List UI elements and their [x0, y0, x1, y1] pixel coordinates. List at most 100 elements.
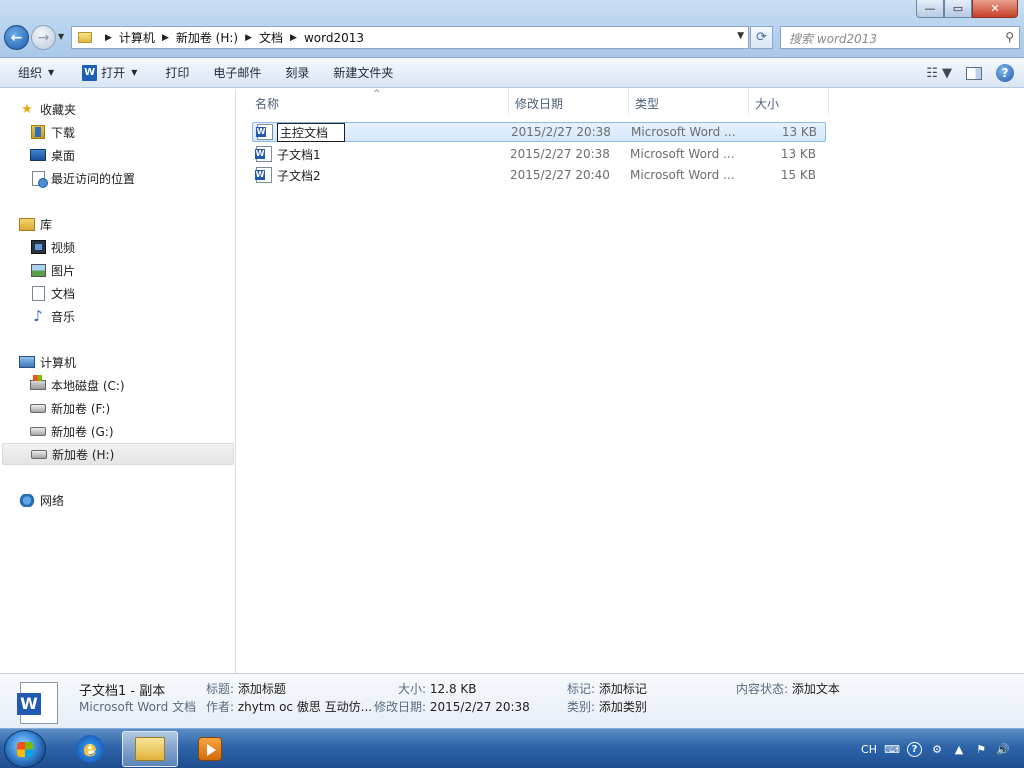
burn-label: 刻录 [285, 66, 310, 80]
chevron-down-icon: ▼ [48, 68, 55, 77]
taskbar-internet-explorer[interactable]: e [62, 731, 118, 767]
organize-button[interactable]: 组织 ▼ [0, 58, 62, 88]
address-dropdown-icon[interactable]: ▼ [737, 31, 744, 41]
nav-label: 库 [40, 217, 53, 232]
column-headers: 名称 ^ 修改日期 类型 大小 [237, 89, 830, 115]
nav-item-drive-g[interactable]: 新加卷 (G:) [30, 420, 114, 442]
forward-arrow-icon: → [37, 29, 50, 46]
nav-item-music[interactable]: ♪ 音乐 [30, 305, 75, 327]
command-bar-right: ☷ ▼ ? [926, 58, 1014, 88]
nav-item-videos[interactable]: 视频 [30, 236, 75, 258]
breadcrumb-chevron-icon[interactable]: ▶ [105, 33, 112, 43]
nav-item-drive-h[interactable]: 新加卷 (H:) [2, 443, 234, 465]
maximize-button[interactable]: ▭ [944, 0, 972, 18]
file-list-pane: 名称 ^ 修改日期 类型 大小 主控文档 2015/2/27 20:38 Mic… [237, 89, 1024, 673]
picture-icon [30, 263, 46, 277]
downloads-folder-icon [31, 125, 45, 139]
start-button[interactable] [4, 730, 46, 768]
command-bar: 组织 ▼ W 打开 ▼ 打印 电子邮件 刻录 新建文件夹 ☷ ▼ ? [0, 58, 1024, 88]
close-button[interactable]: ✕ [972, 0, 1018, 18]
file-row[interactable]: 子文档1 2015/2/27 20:38 Microsoft Word ... … [252, 144, 826, 164]
forward-button[interactable]: → [31, 25, 56, 50]
column-header-size[interactable]: 大小 [749, 89, 829, 115]
nav-item-downloads[interactable]: 下载 [30, 121, 75, 143]
email-button[interactable]: 电子邮件 [197, 58, 269, 88]
organize-label: 组织 [18, 66, 43, 80]
open-label: 打开 [101, 66, 126, 80]
details-content-status-field[interactable]: 添加文本 [792, 682, 840, 696]
details-title-field[interactable]: 添加标题 [238, 682, 286, 696]
breadcrumb-drive-h[interactable]: 新加卷 (H:) [176, 29, 238, 46]
taskbar-media-player[interactable] [182, 731, 238, 767]
refresh-button[interactable]: ⟳ [750, 26, 773, 49]
keyboard-icon[interactable]: ⌨ [884, 742, 900, 756]
file-row[interactable]: 子文档2 2015/2/27 20:40 Microsoft Word ... … [252, 165, 826, 185]
drive-icon [30, 426, 46, 436]
language-indicator[interactable]: CH [861, 743, 877, 756]
video-icon [30, 240, 46, 254]
nav-computer[interactable]: 计算机 [19, 351, 76, 373]
details-tags: 标记: 添加标记 [567, 680, 647, 697]
file-name-cell: 子文档1 [252, 146, 510, 163]
preview-pane-icon[interactable] [966, 66, 982, 80]
file-row[interactable]: 主控文档 2015/2/27 20:38 Microsoft Word ... … [252, 122, 826, 142]
details-label: 作者: [206, 700, 235, 714]
flag-icon[interactable]: ⚑ [974, 742, 988, 756]
nav-network[interactable]: 网络 [19, 489, 64, 511]
rename-input[interactable]: 主控文档 [277, 122, 345, 142]
breadcrumb-computer[interactable]: 计算机 [119, 29, 155, 46]
new-folder-button[interactable]: 新建文件夹 [317, 58, 401, 88]
breadcrumb-chevron-icon[interactable]: ▶ [290, 33, 297, 43]
nav-item-desktop[interactable]: 桌面 [30, 144, 75, 166]
details-tags-field[interactable]: 添加标记 [599, 682, 647, 696]
nav-favorites[interactable]: ★ 收藏夹 [19, 98, 76, 120]
nav-item-pictures[interactable]: 图片 [30, 259, 75, 281]
column-header-date[interactable]: 修改日期 [509, 89, 629, 115]
breadcrumb-chevron-icon[interactable]: ▶ [162, 33, 169, 43]
internet-explorer-icon: e [76, 735, 104, 763]
file-type: Microsoft Word ... [631, 125, 736, 139]
settings-icon[interactable]: ⚙ [930, 742, 944, 756]
taskbar: e CH ⌨ ? ⚙ ▲ ⚑ 🔊 [0, 728, 1024, 768]
breadcrumb-word2013[interactable]: word2013 [304, 31, 364, 45]
nav-libraries[interactable]: 库 [19, 213, 52, 235]
recent-pages-dropdown[interactable]: ▼ [58, 32, 64, 41]
new-folder-label: 新建文件夹 [333, 66, 394, 80]
search-input[interactable]: 搜索 word2013 ⚲ [780, 26, 1020, 49]
details-category: 类别: 添加类别 [567, 698, 647, 715]
nav-item-documents[interactable]: 文档 [30, 282, 75, 304]
details-category-field[interactable]: 添加类别 [599, 700, 647, 714]
address-bar[interactable]: ▶ 计算机 ▶ 新加卷 (H:) ▶ 文档 ▶ word2013 ▼ [71, 26, 749, 49]
help-icon[interactable]: ? [907, 741, 922, 757]
column-header-name[interactable]: 名称 ^ [237, 89, 509, 115]
taskbar-windows-explorer[interactable] [122, 731, 178, 767]
star-icon: ★ [21, 101, 33, 117]
word-document-icon [256, 124, 273, 140]
help-icon[interactable]: ? [996, 64, 1014, 82]
word-document-icon [255, 146, 272, 162]
nav-label: 计算机 [40, 355, 77, 370]
nav-item-drive-c[interactable]: 本地磁盘 (C:) [30, 374, 125, 396]
search-icon[interactable]: ⚲ [1005, 30, 1014, 44]
nav-item-drive-f[interactable]: 新加卷 (F:) [30, 397, 110, 419]
file-date: 2015/2/27 20:40 [510, 168, 610, 182]
breadcrumb-chevron-icon[interactable]: ▶ [245, 33, 252, 43]
details-modified: 修改日期: 2015/2/27 20:38 [374, 698, 530, 715]
word-document-large-icon [17, 682, 58, 724]
open-button[interactable]: W 打开 ▼ [62, 58, 145, 88]
column-header-type[interactable]: 类型 [629, 89, 749, 115]
details-author-field[interactable]: zhytm oc 傲思 互动仿... [238, 700, 372, 714]
breadcrumb-documents[interactable]: 文档 [259, 29, 283, 46]
change-view-icon[interactable]: ☷ ▼ [926, 66, 952, 81]
burn-button[interactable]: 刻录 [269, 58, 317, 88]
show-hidden-icons-icon[interactable]: ▲ [952, 742, 966, 756]
file-size: 13 KB [780, 147, 816, 161]
minimize-button[interactable]: — [916, 0, 944, 18]
nav-label: 图片 [51, 263, 76, 278]
print-button[interactable]: 打印 [145, 58, 197, 88]
back-button[interactable]: ← [4, 25, 29, 50]
details-file-name: 子文档1 - 副本 [79, 684, 166, 699]
nav-item-recent-places[interactable]: 最近访问的位置 [30, 167, 135, 189]
details-value: 12.8 KB [429, 682, 477, 696]
volume-icon[interactable]: 🔊 [996, 742, 1010, 756]
